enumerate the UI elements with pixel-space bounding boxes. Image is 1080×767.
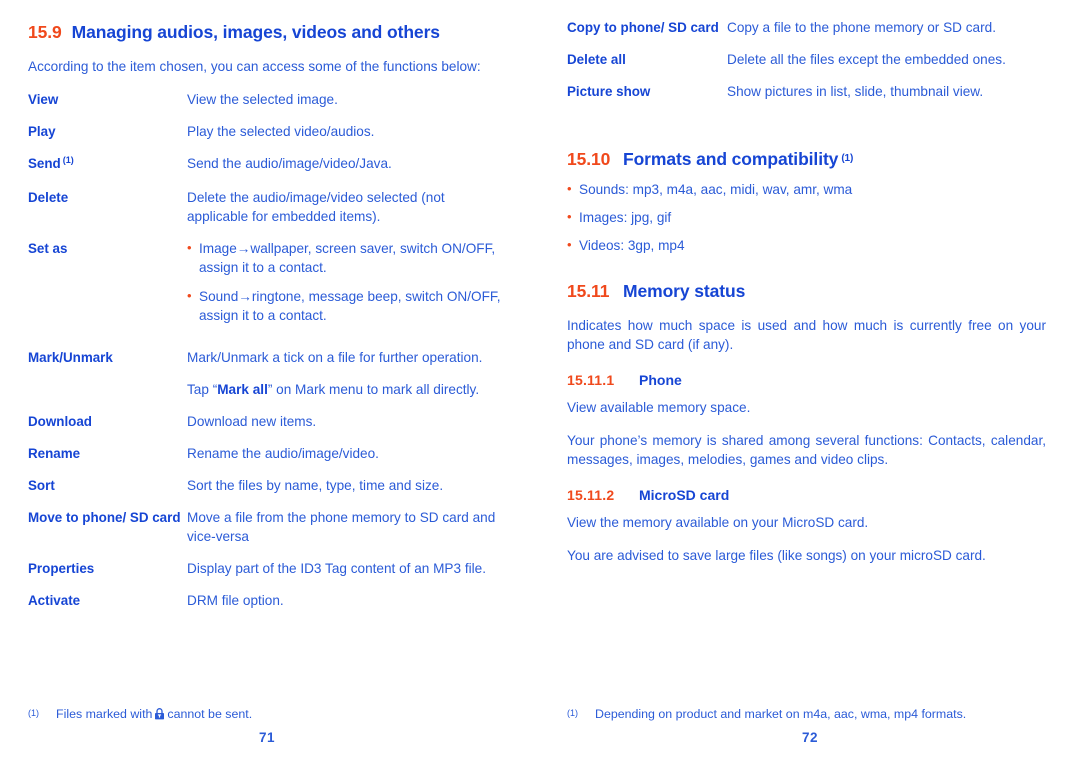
memory-intro-paragraph: Indicates how much space is used and how…	[567, 318, 1046, 352]
term-picture-show: Picture show	[567, 84, 651, 99]
term-mark-unmark: Mark/Unmark	[28, 350, 113, 365]
term-properties: Properties	[28, 561, 95, 576]
footnote-text: Depending on product and market on m4a, …	[595, 707, 967, 721]
definition-row: Download Download new items.	[28, 412, 506, 431]
desc-rename: Rename the audio/image/video.	[187, 446, 379, 461]
desc-play: Play the selected video/audios.	[187, 124, 375, 139]
term-delete-all: Delete all	[567, 52, 626, 67]
page-right: Copy to phone/ SD card Copy a file to th…	[540, 0, 1080, 767]
definition-row: Copy to phone/ SD card Copy a file to th…	[567, 18, 1046, 37]
term-download: Download	[28, 414, 92, 429]
page-left: 15.9 Managing audios, images, videos and…	[0, 0, 540, 767]
page-number-left: 71	[258, 730, 276, 745]
definition-row: Send (1) Send the audio/image/video/Java.	[28, 154, 506, 175]
definition-row: Move to phone/ SD card Move a file from …	[28, 508, 506, 546]
mark-all-emphasis: Mark all	[217, 382, 268, 397]
definition-row: Set as Image→wallpaper, screen saver, sw…	[28, 238, 506, 335]
page-number-right: 72	[801, 730, 819, 745]
sd-paragraph-1: View the memory available on your MicroS…	[567, 515, 869, 530]
section-heading-15-10: 15.10 Formats and compatibility (1)	[567, 149, 1046, 170]
term-view: View	[28, 92, 59, 107]
sd-paragraph-2: You are advised to save large files (lik…	[567, 548, 986, 563]
footnote-text-after: cannot be sent.	[167, 707, 253, 721]
footnote-ref: (1)	[62, 155, 74, 165]
formats-bullet-list: Sounds: mp3, m4a, aac, midi, wav, amr, w…	[567, 179, 1046, 255]
section-title: Formats and compatibility	[623, 149, 839, 169]
desc-copy-to-phone-sd-card: Copy a file to the phone memory or SD ca…	[727, 20, 996, 35]
desc-download: Download new items.	[187, 414, 317, 429]
desc-delete-all: Delete all the files except the embedded…	[727, 52, 1006, 67]
phone-paragraph-1: View available memory space.	[567, 400, 751, 415]
term-set-as: Set as	[28, 241, 68, 256]
subsection-title: MicroSD card	[639, 487, 730, 503]
section-number: 15.9	[28, 22, 62, 42]
intro-paragraph: According to the item chosen, you can ac…	[28, 59, 481, 74]
definition-row: Activate DRM file option.	[28, 591, 506, 610]
term-activate: Activate	[28, 593, 81, 608]
definition-row: Play Play the selected video/audios.	[28, 122, 506, 141]
definition-row: Delete all Delete all the files except t…	[567, 50, 1046, 69]
definition-row: Properties Display part of the ID3 Tag c…	[28, 559, 506, 578]
desc-view: View the selected image.	[187, 92, 338, 107]
bullet-item: Sound→ringtone, message beep, switch ON/…	[187, 286, 506, 325]
mark-all-pre: Tap “	[187, 382, 218, 397]
desc-properties: Display part of the ID3 Tag content of a…	[187, 561, 486, 576]
term-sort: Sort	[28, 478, 55, 493]
term-move-to-phone-sd-card: Move to phone/ SD card	[28, 510, 181, 525]
footnote-marker: (1)	[567, 708, 578, 718]
footnote-right: (1) Depending on product and market on m…	[567, 706, 1046, 723]
footnote-ref: (1)	[841, 153, 854, 164]
definition-row: Sort Sort the files by name, type, time …	[28, 476, 506, 495]
term-rename: Rename	[28, 446, 81, 461]
subsection-heading-15-11-1: 15.11.1 Phone	[567, 372, 1046, 388]
set-as-bullet-list: Image→wallpaper, screen saver, switch ON…	[187, 238, 506, 325]
bullet-item-sounds: Sounds: mp3, m4a, aac, midi, wav, amr, w…	[567, 179, 1046, 199]
phone-paragraph-2: Your phone’s memory is shared among seve…	[567, 433, 1046, 467]
term-send-label: Send	[28, 156, 61, 171]
mark-all-post: ” on Mark menu to mark all directly.	[267, 382, 480, 397]
subsection-heading-15-11-2: 15.11.2 MicroSD card	[567, 487, 1046, 503]
desc-delete: Delete the audio/image/video selected (n…	[187, 190, 445, 224]
section-number: 15.11	[567, 281, 610, 301]
definition-row: Mark/Unmark Mark/Unmark a tick on a file…	[28, 348, 506, 399]
footnote-left: (1) Files marked with cannot be sent.	[28, 706, 506, 723]
term-delete: Delete	[28, 190, 69, 205]
subsection-number: 15.11.2	[567, 487, 615, 503]
bullet-item-images: Images: jpg, gif	[567, 207, 1046, 227]
desc-picture-show: Show pictures in list, slide, thumbnail …	[727, 84, 984, 99]
term-send: Send (1)	[28, 154, 187, 175]
functions-definition-list: View View the selected image. Play Play …	[28, 90, 506, 610]
term-copy-to-phone-sd-card: Copy to phone/ SD card	[567, 20, 719, 35]
desc-set-as: Image→wallpaper, screen saver, switch ON…	[187, 238, 506, 335]
desc-mark-unmark-line2: Tap “Mark all” on Mark menu to mark all …	[187, 380, 506, 399]
desc-send: Send the audio/image/video/Java.	[187, 156, 392, 171]
bullet-item: Image→wallpaper, screen saver, switch ON…	[187, 238, 506, 277]
section-title: Managing audios, images, videos and othe…	[71, 22, 440, 42]
footnote-text-before: Files marked with	[56, 707, 153, 721]
desc-move-to-phone-sd-card: Move a file from the phone memory to SD …	[187, 510, 496, 544]
section-heading-15-11: 15.11 Memory status	[567, 281, 1046, 302]
footnote-marker: (1)	[28, 708, 39, 718]
section-number: 15.10	[567, 149, 611, 169]
desc-mark-unmark: Mark/Unmark a tick on a file for further…	[187, 348, 506, 399]
desc-mark-unmark-line1: Mark/Unmark a tick on a file for further…	[187, 350, 483, 365]
footnote-text: Files marked with cannot be sent.	[56, 706, 506, 723]
subsection-number: 15.11.1	[567, 372, 615, 388]
functions-definition-list-continued: Copy to phone/ SD card Copy a file to th…	[567, 18, 1046, 101]
lock-icon	[154, 708, 165, 720]
definition-row: Rename Rename the audio/image/video.	[28, 444, 506, 463]
desc-activate: DRM file option.	[187, 593, 284, 608]
bullet-item-videos: Videos: 3gp, mp4	[567, 235, 1046, 255]
desc-sort: Sort the files by name, type, time and s…	[187, 478, 444, 493]
section-heading-15-9: 15.9 Managing audios, images, videos and…	[28, 22, 506, 43]
subsection-title: Phone	[639, 372, 682, 388]
term-play: Play	[28, 124, 56, 139]
section-title: Memory status	[623, 281, 746, 301]
two-page-spread: 15.9 Managing audios, images, videos and…	[0, 0, 1080, 767]
definition-row: Picture show Show pictures in list, slid…	[567, 82, 1046, 101]
definition-row: Delete Delete the audio/image/video sele…	[28, 188, 506, 226]
definition-row: View View the selected image.	[28, 90, 506, 109]
